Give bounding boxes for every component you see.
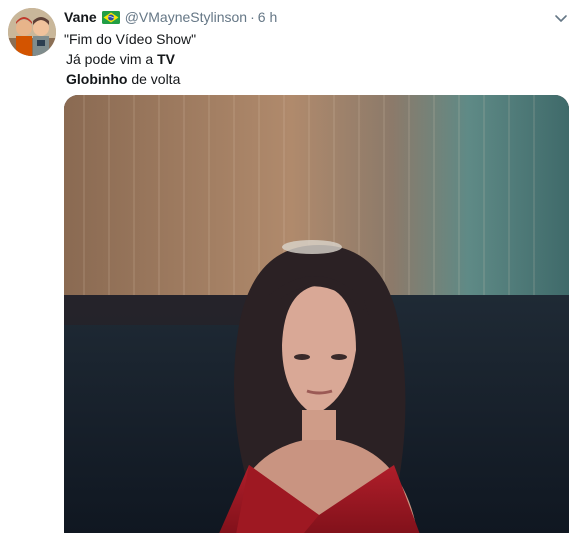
avatar[interactable] [8, 8, 56, 56]
tweet-text-line-2: Já pode vim a TV [64, 49, 196, 69]
tweet-text-line-3: Globinho de volta [64, 69, 196, 89]
tweet-text: "Fim do Vídeo Show" Já pode vim a TV Glo… [64, 29, 196, 89]
tweet-header: Vane @VMayneStylinson · 6 h [64, 7, 277, 27]
tweet-timestamp[interactable]: 6 h [258, 9, 277, 25]
avatar-image [8, 8, 56, 56]
tweet-media-image[interactable] [64, 95, 569, 533]
tweet-text-line-3-suffix: de volta [127, 71, 181, 87]
media-photo [64, 95, 569, 533]
display-name[interactable]: Vane [64, 9, 97, 25]
chevron-down-icon[interactable] [553, 10, 569, 26]
tweet-card[interactable]: Vane @VMayneStylinson · 6 h "Fim do Víde… [0, 0, 579, 533]
separator-dot: · [250, 9, 255, 25]
tweet-text-line-2-prefix: Já pode vim a [66, 51, 158, 67]
tweet-text-line-1: "Fim do Vídeo Show" [64, 31, 197, 47]
tweet-text-line-3-bold: Globinho [66, 71, 128, 87]
user-handle[interactable]: @VMayneStylinson [125, 9, 247, 25]
brazil-flag-icon [101, 10, 120, 24]
tweet-text-line-2-bold: TV [157, 51, 175, 67]
